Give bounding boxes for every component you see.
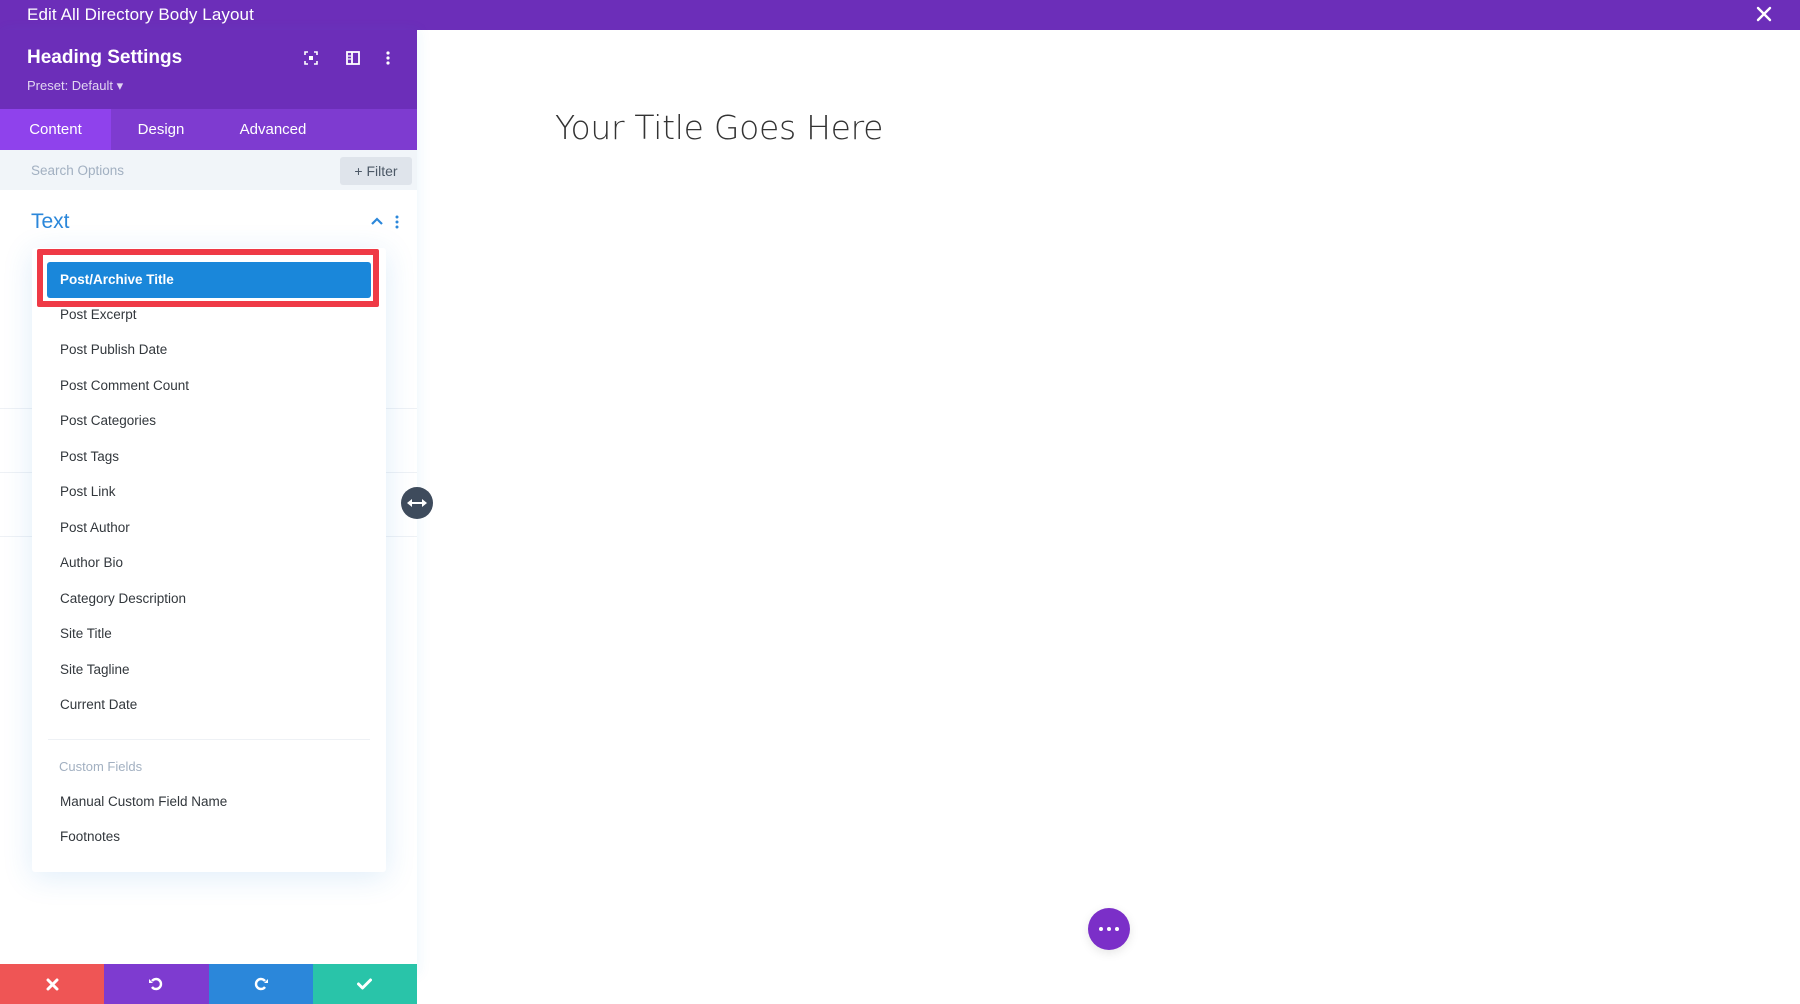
tab-content[interactable]: Content (0, 109, 111, 150)
dynamic-content-dropdown: Post/Archive Title Post Excerpt Post Pub… (32, 248, 386, 872)
undo-button[interactable] (104, 964, 209, 1004)
tab-design[interactable]: Design (111, 109, 211, 150)
search-options-input[interactable] (0, 150, 330, 190)
save-button[interactable] (312, 964, 417, 1004)
dropdown-item[interactable]: Current Date (32, 688, 386, 722)
dropdown-item[interactable]: Post Excerpt (32, 298, 386, 332)
close-icon (46, 978, 59, 990)
window-title-bar: Edit All Directory Body Layout (0, 0, 1800, 30)
redo-icon (254, 977, 268, 991)
undo-icon (149, 977, 163, 991)
page-settings-button[interactable] (1088, 908, 1130, 950)
focus-icon[interactable] (300, 47, 322, 69)
filter-button[interactable]: + Filter (340, 157, 412, 185)
close-icon[interactable] (1752, 3, 1776, 27)
redo-button[interactable] (208, 964, 313, 1004)
dropdown-item[interactable]: Footnotes (32, 820, 386, 854)
section-title-text[interactable]: Text (31, 210, 70, 234)
panel-resize-handle[interactable] (401, 487, 433, 519)
preset-dropdown[interactable]: Preset: Default ▾ (27, 78, 123, 94)
panel-tabs: Content Design Advanced (0, 109, 417, 150)
dropdown-group-label: Custom Fields (59, 759, 143, 774)
dropdown-item[interactable]: Post Categories (32, 404, 386, 438)
dropdown-item[interactable]: Site Title (32, 617, 386, 651)
sidebar-layout-icon[interactable] (342, 47, 364, 69)
dot (1099, 927, 1103, 931)
section-more-icon[interactable] (395, 215, 405, 229)
dropdown-item[interactable]: Post Comment Count (32, 369, 386, 403)
panel-title: Heading Settings (27, 47, 183, 68)
action-bar (0, 964, 417, 1004)
window-title: Edit All Directory Body Layout (27, 5, 254, 24)
dropdown-item[interactable]: Post Tags (32, 440, 386, 474)
chevron-up-icon[interactable] (370, 214, 384, 228)
dropdown-item[interactable]: Post Publish Date (32, 333, 386, 367)
dropdown-item[interactable]: Category Description (32, 582, 386, 616)
dot (1107, 927, 1111, 931)
dropdown-item[interactable]: Site Tagline (32, 653, 386, 687)
search-bar: + Filter (0, 150, 417, 190)
dropdown-item[interactable]: Post Author (32, 511, 386, 545)
dropdown-item-selected[interactable]: Post/Archive Title (47, 262, 371, 298)
dropdown-item[interactable]: Author Bio (32, 546, 386, 580)
panel-header: Heading Settings Preset: Default ▾ (0, 30, 417, 109)
check-icon (357, 978, 373, 990)
dropdown-item[interactable]: Post Link (32, 475, 386, 509)
heading-module-title[interactable]: Your Title Goes Here (555, 108, 883, 147)
tab-advanced[interactable]: Advanced (211, 109, 335, 150)
more-vertical-icon[interactable] (377, 47, 399, 69)
dot (1115, 927, 1119, 931)
dropdown-item[interactable]: Manual Custom Field Name (32, 785, 386, 819)
resize-arrows-icon (407, 499, 427, 507)
discard-button[interactable] (0, 964, 105, 1004)
dropdown-divider (48, 739, 370, 740)
